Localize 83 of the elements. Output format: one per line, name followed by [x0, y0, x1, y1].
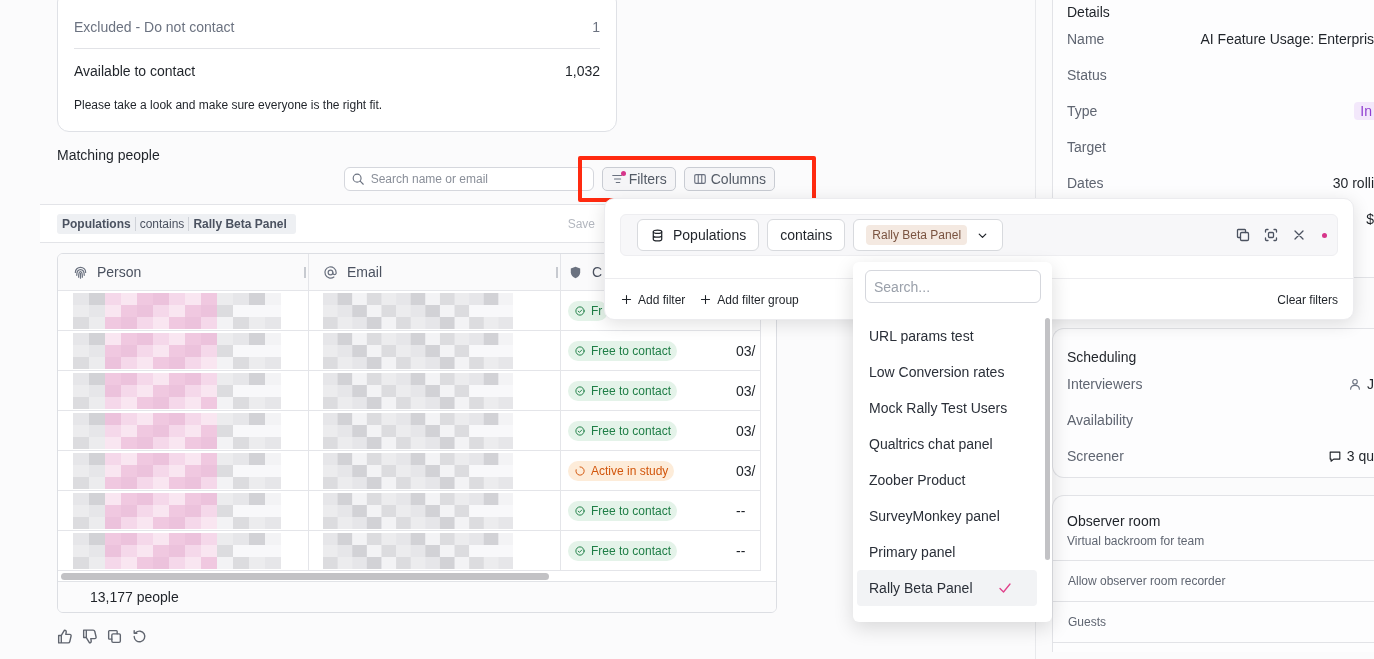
- filter-field: Populations: [62, 216, 135, 231]
- search-field[interactable]: Search...: [865, 270, 1041, 303]
- menu-item[interactable]: Zoober Product: [857, 462, 1037, 498]
- table-cell: 03/: [736, 422, 756, 439]
- speech-bubble-icon: [1327, 449, 1342, 463]
- thumbs-down-icon[interactable]: [80, 627, 99, 646]
- menu-item[interactable]: SurveyMonkey panel: [857, 498, 1037, 534]
- search-icon: [350, 172, 365, 186]
- resize-handle[interactable]: [556, 267, 558, 278]
- summary-label: Available to contact: [74, 62, 196, 81]
- field-value: AI Feature Usage: Enterpris: [1200, 31, 1374, 47]
- search-field[interactable]: Search name or email: [343, 167, 594, 191]
- section-title: Matching people: [57, 146, 161, 164]
- scrollbar-thumb[interactable]: [61, 572, 549, 580]
- applied-filter-chip[interactable]: Populations contains Rally Beta Panel: [57, 213, 296, 234]
- setting-label: Allow observer room recorder: [1068, 574, 1226, 588]
- section-title: Scheduling: [1067, 348, 1138, 366]
- field-label: Screener: [1067, 448, 1124, 464]
- status-badge: Free to contact: [568, 540, 678, 561]
- section-title: Details: [1067, 3, 1111, 21]
- type-badge: In: [1354, 102, 1374, 120]
- summary-value: 1: [592, 18, 600, 37]
- setting-label: Guests: [1068, 615, 1106, 629]
- section-subtitle: Virtual backroom for team: [1066, 533, 1206, 549]
- table-cell: --: [736, 542, 746, 559]
- section-title: Observer room: [1066, 512, 1162, 530]
- field-label: Availability: [1067, 412, 1133, 428]
- field-label: Dates: [1067, 175, 1104, 191]
- columns-icon: [692, 172, 707, 186]
- menu-item[interactable]: Primary panel: [857, 534, 1037, 570]
- summary-value: 1,032: [564, 62, 600, 81]
- fingerprint-icon: [73, 264, 88, 280]
- scrollbar-thumb[interactable]: [1045, 318, 1050, 560]
- column-header[interactable]: Person: [58, 254, 309, 291]
- focus-frame-icon[interactable]: [1262, 226, 1280, 244]
- plus-icon: [620, 293, 633, 306]
- person-icon: [1348, 377, 1362, 391]
- shield-icon: [568, 264, 583, 280]
- database-icon: [650, 227, 665, 243]
- status-badge: Active in study: [568, 460, 675, 481]
- plus-icon: [699, 293, 713, 306]
- field-label: Name: [1067, 31, 1105, 47]
- thumbs-up-icon[interactable]: [55, 627, 74, 646]
- summary-note: Please take a look and make sure everyone is the right fit.: [74, 97, 384, 114]
- status-badge: Free to contact: [568, 380, 678, 401]
- status-badge: Free to contact: [568, 340, 678, 361]
- filters-button[interactable]: Filters: [601, 167, 676, 191]
- field-value: 3 qu: [1346, 448, 1374, 464]
- people-count: 13,177 people: [58, 581, 776, 612]
- field-value: J: [1367, 376, 1374, 392]
- resize-handle[interactable]: [304, 267, 306, 278]
- table-cell: 03/: [736, 342, 756, 359]
- copy-icon[interactable]: [105, 627, 124, 646]
- filter-operator: contains: [134, 216, 189, 231]
- field-label: Interviewers: [1067, 376, 1143, 392]
- add-filter-group-button[interactable]: Add filter group: [699, 292, 799, 307]
- operator-select[interactable]: contains: [767, 219, 846, 251]
- field-label: Type: [1067, 103, 1098, 119]
- field-value: 30 rolli: [1332, 175, 1374, 191]
- menu-item[interactable]: Qualtrics chat panel: [857, 426, 1037, 462]
- columns-button[interactable]: Columns: [683, 167, 775, 191]
- field-select[interactable]: Populations: [637, 219, 760, 251]
- value-tag: Rally Beta Panel: [866, 225, 968, 245]
- field-value: $: [1366, 211, 1374, 227]
- field-label: Status: [1067, 67, 1107, 83]
- table-cell: --: [736, 502, 746, 519]
- filter-value: Rally Beta Panel: [188, 216, 291, 231]
- duplicate-icon[interactable]: [1234, 226, 1252, 244]
- status-badge: Free to contact: [568, 420, 678, 441]
- column-header[interactable]: Email: [309, 254, 561, 291]
- clear-filters-button[interactable]: Clear filters: [1277, 292, 1338, 307]
- menu-item[interactable]: URL params test: [857, 318, 1037, 354]
- menu-item[interactable]: Mock Rally Test Users: [857, 390, 1037, 426]
- status-badge: Free to contact: [568, 500, 678, 521]
- menu-item[interactable]: Low Conversion rates: [857, 354, 1037, 390]
- summary-label: Excluded - Do not contact: [74, 18, 235, 37]
- at-sign-icon: [323, 264, 338, 280]
- menu-item[interactable]: Rally Beta Panel: [857, 570, 1037, 606]
- table-cell: 03/: [736, 462, 756, 479]
- add-filter-button[interactable]: Add filter: [620, 292, 686, 307]
- field-label: Target: [1067, 139, 1106, 155]
- value-select[interactable]: Rally Beta Panel: [853, 219, 1004, 251]
- table-cell: 03/: [736, 382, 756, 399]
